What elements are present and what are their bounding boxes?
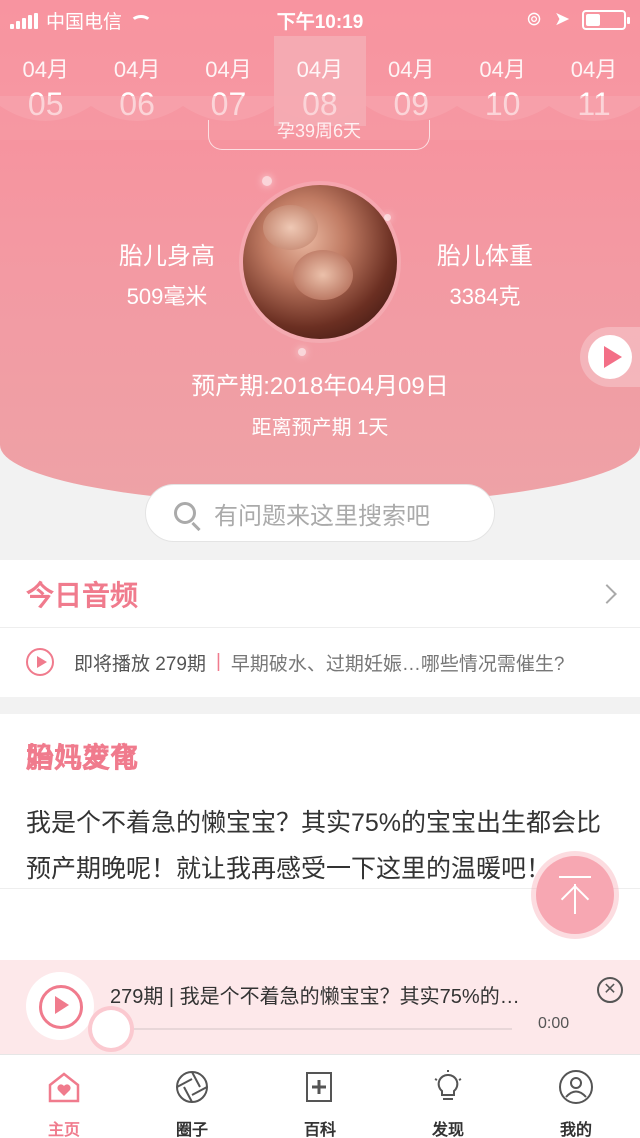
hero-header: 中国电信 下午10:19 ⊚ ➤ 04月05 04月06 04月07 04月08… <box>0 0 640 505</box>
date-month: 04月 <box>570 57 618 82</box>
separator: | <box>215 651 221 672</box>
play-icon <box>588 335 632 379</box>
section-title: 今日音频 <box>26 579 139 611</box>
date-month: 04月 <box>479 57 526 82</box>
date-month: 04月 <box>113 57 161 82</box>
today-audio-card: 今日音频 即将播放 279期 | 早期破水、过期妊娠…哪些情况需催生? <box>0 560 640 697</box>
due-date: 预产期:2018年04月09日 <box>191 373 449 400</box>
sparkle-decoration <box>298 348 306 356</box>
fetal-weight-label: 胎儿体重 <box>437 243 533 270</box>
upcoming-label: 即将播放 279期 <box>74 653 206 675</box>
fetal-weight-value: 3384克 <box>449 284 521 309</box>
fetal-image[interactable] <box>243 185 397 339</box>
progress-track[interactable] <box>112 1028 512 1030</box>
search-input[interactable]: 有问题来这里搜索吧 <box>145 484 495 542</box>
due-countdown: 距离预产期 1天 <box>251 417 389 439</box>
tab-encyclopedia[interactable]: 百科 <box>256 1055 384 1138</box>
tab-label: 圈子 <box>175 1122 208 1138</box>
aperture-icon <box>176 1071 208 1103</box>
side-play-button[interactable] <box>580 327 640 387</box>
date-month: 04月 <box>22 57 69 82</box>
date-month: 04月 <box>296 57 344 82</box>
battery-icon <box>582 9 630 30</box>
fetal-height-value: 509毫米 <box>126 284 208 309</box>
tab-label: 百科 <box>303 1122 336 1138</box>
tab-mine[interactable]: 我的 <box>512 1055 640 1138</box>
fetal-growth-card: 胎儿发育 我是个不着急的懒宝宝？其实75%的宝宝出生都会比预产期晚呢！就让我再感… <box>0 714 640 960</box>
player-time: 0:00 <box>538 1015 570 1032</box>
tab-discover[interactable]: 发现 <box>384 1055 512 1138</box>
chevron-right-icon <box>597 583 617 604</box>
back-to-top-button[interactable] <box>536 856 614 934</box>
tab-bar: 主页 圈子 百科 发现 我的 <box>0 1054 640 1138</box>
date-month: 04月 <box>388 57 435 82</box>
growth-description: 我是个不着急的懒宝宝？其实75%的宝宝出生都会比预产期晚呢！就让我再感受一下这里… <box>26 809 602 883</box>
encyclopedia-icon <box>306 1072 332 1102</box>
progress-handle[interactable] <box>92 1010 130 1048</box>
play-icon <box>26 648 54 676</box>
today-audio-header[interactable]: 今日音频 <box>0 560 640 628</box>
section-title: 妈妈变化 <box>26 742 139 773</box>
fetal-height: 胎儿身高 509毫米 <box>87 236 247 311</box>
lightbulb-icon <box>434 1070 462 1100</box>
home-heart-icon <box>48 1072 80 1103</box>
episode-title: 早期破水、过期妊娠…哪些情况需催生? <box>230 653 565 675</box>
player-title[interactable]: 279期 | 我是个不着急的懒宝宝？其实75%的… <box>110 980 580 1009</box>
audio-episode-row[interactable]: 即将播放 279期 | 早期破水、过期妊娠…哪些情况需催生? <box>0 628 640 696</box>
tab-label: 我的 <box>559 1122 592 1138</box>
search-placeholder: 有问题来这里搜索吧 <box>214 502 430 530</box>
search-icon <box>174 502 196 524</box>
orientation-lock-icon: ⊚ <box>526 9 543 30</box>
fetal-height-label: 胎儿身高 <box>119 243 215 270</box>
user-icon <box>559 1070 593 1104</box>
location-icon: ➤ <box>554 9 570 30</box>
tab-home[interactable]: 主页 <box>0 1055 128 1138</box>
tab-label: 发现 <box>431 1122 464 1138</box>
tab-label: 主页 <box>47 1122 80 1138</box>
mini-player: 279期 | 我是个不着急的懒宝宝？其实75%的… ✕ 0:00 <box>0 960 640 1054</box>
player-play-button[interactable] <box>26 972 94 1040</box>
sparkle-decoration <box>262 176 272 186</box>
status-bar: 中国电信 下午10:19 ⊚ ➤ <box>0 0 640 36</box>
fetal-weight: 胎儿体重 3384克 <box>405 236 565 311</box>
tab-circle[interactable]: 圈子 <box>128 1055 256 1138</box>
pregnancy-week-pill[interactable]: 孕39周6天 <box>208 120 430 150</box>
close-icon[interactable]: ✕ <box>597 977 623 1003</box>
date-month: 04月 <box>205 57 252 82</box>
